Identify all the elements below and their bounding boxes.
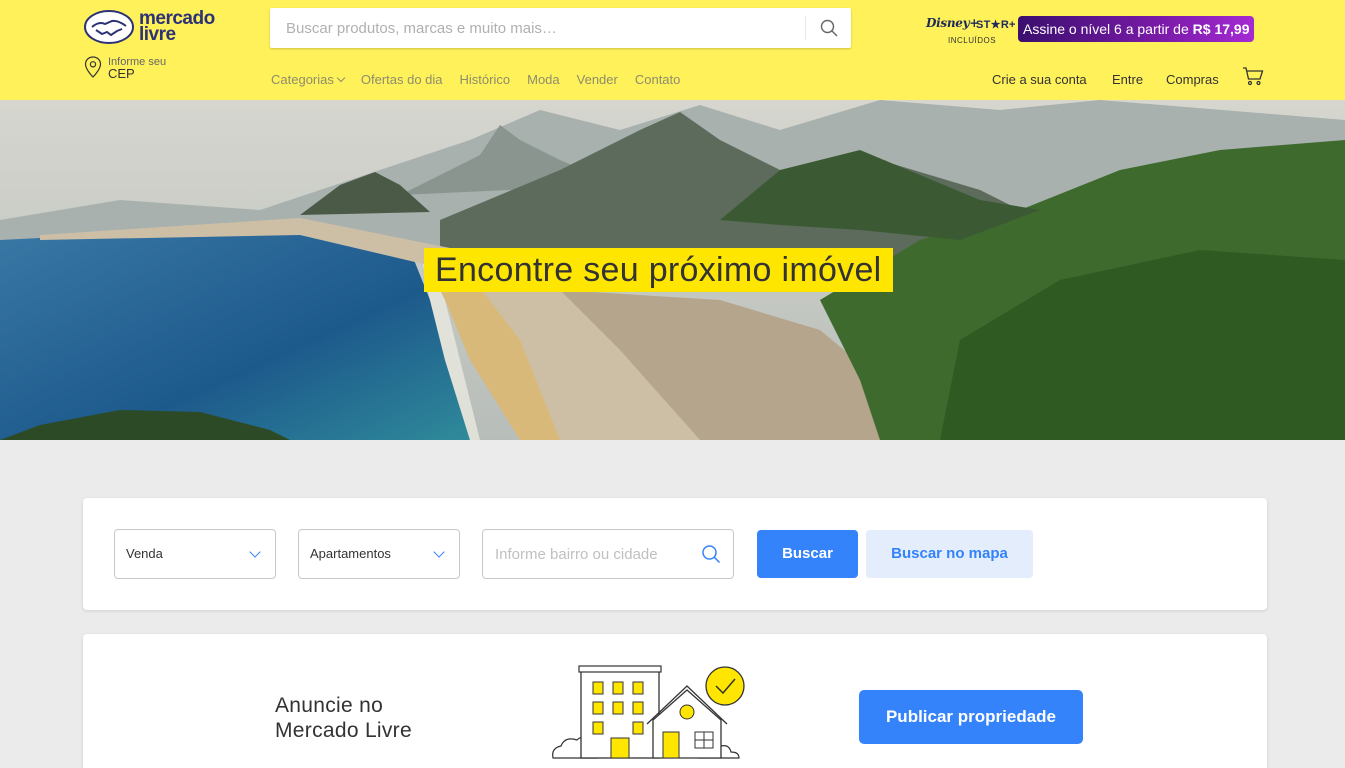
nav-historico[interactable]: Histórico (460, 72, 511, 87)
hero-title: Encontre seu próximo imóvel (424, 248, 893, 292)
search-icon (820, 19, 837, 37)
nav-contato[interactable]: Contato (635, 72, 681, 87)
promo-text: Assine o nível 6 a partir de (1023, 21, 1189, 37)
search-input[interactable] (270, 8, 805, 48)
advertise-title: Anuncie no Mercado Livre (275, 693, 475, 743)
purchases-link[interactable]: Compras (1166, 72, 1219, 87)
operation-select-value: Venda (126, 546, 163, 561)
property-type-select-value: Apartamentos (310, 546, 391, 561)
mercado-livre-logo[interactable]: mercado livre (84, 9, 215, 45)
nav-categorias-label: Categorias (271, 72, 334, 87)
buildings-illustration-icon (552, 665, 745, 759)
cart-button[interactable] (1242, 66, 1264, 86)
disney-included-label: INCLUÍDOS (948, 36, 997, 45)
search-button[interactable]: Buscar (757, 530, 858, 578)
nav-moda[interactable]: Moda (527, 72, 560, 87)
create-account-link[interactable]: Crie a sua conta (992, 72, 1087, 87)
login-link[interactable]: Entre (1112, 72, 1143, 87)
cep-value: CEP (108, 66, 135, 81)
site-header: mercado livre Disney+ ST★R+ INCLUÍDOS As… (0, 0, 1345, 100)
nav-categorias[interactable]: Categorias (271, 72, 346, 87)
disney-plus-logo: Disney+ (926, 16, 980, 30)
cep-location-selector[interactable]: Informe seu CEP (84, 56, 166, 80)
location-input[interactable] (483, 530, 693, 578)
star-plus-logo: ST★R+ (976, 19, 1016, 31)
advertise-title-line1: Anuncie no (275, 694, 384, 717)
operation-select[interactable]: Venda (114, 529, 276, 579)
nav-ofertas-do-dia[interactable]: Ofertas do dia (361, 72, 443, 87)
search-on-map-button[interactable]: Buscar no mapa (866, 530, 1033, 578)
chevron-down-icon (433, 546, 445, 558)
location-search-field (482, 529, 734, 579)
search-button[interactable] (806, 8, 851, 48)
search-bar (270, 8, 851, 48)
chevron-down-icon (249, 546, 261, 558)
search-icon[interactable] (701, 544, 721, 564)
nav-vender[interactable]: Vender (577, 72, 618, 87)
publish-property-button[interactable]: Publicar propriedade (859, 690, 1083, 744)
advertise-card: Anuncie no Mercado Livre Publicar propri… (83, 634, 1267, 768)
subscription-promo-banner[interactable]: Assine o nível 6 a partir de R$ 17,99 (1018, 16, 1255, 42)
disney-star-plus-badge[interactable]: Disney+ ST★R+ INCLUÍDOS (926, 14, 1016, 48)
main-nav: Categorias Ofertas do dia Histórico Moda… (271, 72, 697, 87)
handshake-logo-icon (84, 10, 134, 44)
advertise-title-line2: Mercado Livre (275, 719, 412, 742)
location-pin-icon (84, 56, 102, 78)
promo-price: R$ 17,99 (1192, 21, 1250, 37)
property-search-card: Venda Apartamentos Buscar Buscar no mapa (83, 498, 1267, 610)
logo-text-line2: livre (139, 24, 176, 45)
chevron-down-icon (336, 73, 346, 83)
cart-icon (1243, 67, 1264, 86)
property-type-select[interactable]: Apartamentos (298, 529, 460, 579)
hero-banner: Encontre seu próximo imóvel (0, 100, 1345, 440)
